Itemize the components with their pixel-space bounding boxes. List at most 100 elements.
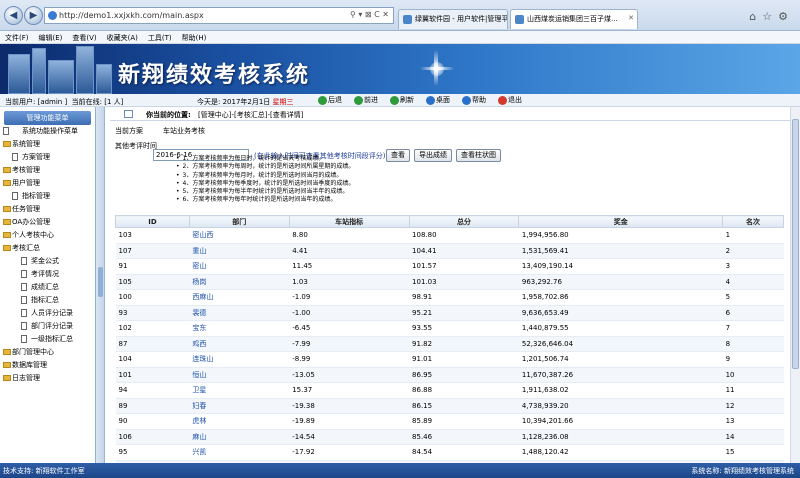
cell-rank: 14 bbox=[722, 429, 784, 445]
sidebar-item[interactable]: 部门管理中心 bbox=[0, 346, 95, 359]
today-date: 今天是: 2017年2月1日 星期三 bbox=[197, 97, 294, 107]
cell-id: 100 bbox=[115, 289, 190, 306]
sidebar-item[interactable]: 部门评分记录 bbox=[0, 320, 95, 333]
app-banner: 新翔绩效考核系统 bbox=[0, 44, 800, 94]
export-button[interactable]: 导出成绩 bbox=[414, 149, 452, 162]
menu-edit[interactable]: 编辑(E) bbox=[39, 33, 63, 43]
cell-id: 106 bbox=[115, 429, 190, 445]
sidebar-item[interactable]: 人员评分记录 bbox=[0, 307, 95, 320]
cell-id: 90 bbox=[115, 413, 190, 430]
menu-help[interactable]: 帮助(H) bbox=[182, 33, 207, 43]
page-icon bbox=[21, 257, 27, 265]
cell-dept[interactable]: 兴凯 bbox=[189, 444, 290, 461]
sidebar-item[interactable]: 系统管理 bbox=[0, 138, 95, 151]
browser-tab-2[interactable]: 山西煤炭运销集团三百子煤... ✕ bbox=[510, 9, 638, 29]
col-rank[interactable]: 名次 bbox=[722, 215, 784, 228]
page-icon bbox=[21, 322, 27, 330]
col-station-index[interactable]: 车站指标 bbox=[288, 215, 410, 228]
sidebar-item[interactable]: 指标管理 bbox=[0, 190, 95, 203]
browser-tab-1[interactable]: 绿翼软件园 - 用户软件|管理平台 bbox=[398, 9, 508, 29]
forward-icon[interactable]: ▶ bbox=[24, 6, 43, 25]
sidebar-item-label: 方案管理 bbox=[22, 153, 50, 161]
sidebar-item[interactable]: 系统功能操作菜单 bbox=[0, 125, 95, 138]
sidebar-splitter[interactable] bbox=[96, 107, 105, 463]
tab-label: 绿翼软件园 - 用户软件|管理平台 bbox=[415, 15, 508, 23]
notes-list: 1、方案考核频率为每日时，统计的是当天考核成绩。 2、方案考核频率为每周时，统计… bbox=[176, 155, 355, 205]
scrollbar-thumb[interactable] bbox=[792, 119, 799, 369]
cell-bonus: 9,636,653.49 bbox=[518, 305, 723, 321]
cell-dept[interactable]: 密山 bbox=[189, 258, 290, 275]
cell-total: 98.91 bbox=[409, 289, 519, 306]
address-tools-icon[interactable]: ⚲ ▾ ⊠ C ✕ bbox=[350, 10, 389, 19]
table-row: 107 重山 4.41 104.41 1,531,569.41 2 bbox=[115, 243, 784, 259]
cell-id: 91 bbox=[115, 258, 190, 275]
sidebar-item[interactable]: 奖金公式 bbox=[0, 255, 95, 268]
cell-dept[interactable]: 虎林 bbox=[189, 413, 290, 430]
view-button[interactable]: 查看 bbox=[386, 149, 410, 162]
sidebar-item[interactable]: 数据库管理 bbox=[0, 359, 95, 372]
cell-dept[interactable]: 西麻山 bbox=[189, 289, 290, 306]
col-total[interactable]: 总分 bbox=[408, 215, 520, 228]
sidebar-item[interactable]: 成绩汇总 bbox=[0, 281, 95, 294]
building-graphic bbox=[76, 46, 94, 94]
back-icon[interactable]: ◀ bbox=[4, 6, 23, 25]
refresh-icon bbox=[390, 95, 399, 105]
sidebar-item[interactable]: 用户管理 bbox=[0, 177, 95, 190]
sidebar-item[interactable]: 日志管理 bbox=[0, 372, 95, 385]
menu-tools[interactable]: 工具(T) bbox=[148, 33, 172, 43]
tab-close-icon[interactable]: ✕ bbox=[628, 14, 634, 22]
cell-rank: 5 bbox=[722, 289, 784, 306]
cell-total: 101.03 bbox=[409, 274, 519, 290]
sidebar-item[interactable]: 任务管理 bbox=[0, 203, 95, 216]
desktop-action[interactable]: 桌面 bbox=[426, 95, 456, 105]
note-item: 2、方案考核频率为每周时，统计的是所选时间所属星期的成绩。 bbox=[176, 163, 355, 171]
refresh-action[interactable]: 刷新 bbox=[390, 95, 420, 105]
cell-dept[interactable]: 卫星 bbox=[189, 382, 290, 399]
cell-dept[interactable]: 麻山 bbox=[189, 429, 290, 445]
menu-view[interactable]: 查看(V) bbox=[72, 33, 96, 43]
bar-chart-button[interactable]: 查看柱状图 bbox=[456, 149, 501, 162]
sidebar-item[interactable]: 考核管理 bbox=[0, 164, 95, 177]
splitter-handle[interactable] bbox=[98, 267, 103, 297]
sidebar-item[interactable]: 个人考核中心 bbox=[0, 229, 95, 242]
page-icon bbox=[12, 192, 18, 200]
sidebar-header: 管理功能菜单 bbox=[4, 111, 91, 125]
sidebar-item[interactable]: 方案管理 bbox=[0, 151, 95, 164]
menu-file[interactable]: 文件(F) bbox=[5, 33, 29, 43]
menu-favorites[interactable]: 收藏夹(A) bbox=[107, 33, 138, 43]
page-icon bbox=[21, 296, 27, 304]
sidebar-item[interactable]: OA办公管理 bbox=[0, 216, 95, 229]
cell-dept[interactable]: 妇春 bbox=[189, 398, 290, 414]
back-action[interactable]: 后退 bbox=[318, 95, 348, 105]
cell-station-index: -1.09 bbox=[289, 289, 410, 306]
cell-total: 84.54 bbox=[409, 444, 519, 461]
cell-dept[interactable]: 密山西 bbox=[189, 227, 290, 244]
sparkle-glow bbox=[430, 62, 444, 76]
cell-dept[interactable]: 恒山 bbox=[189, 367, 290, 383]
sidebar-item[interactable]: 考评情况 bbox=[0, 268, 95, 281]
col-bonus[interactable]: 奖金 bbox=[518, 215, 724, 228]
sidebar-item-label: 人员评分记录 bbox=[31, 309, 73, 317]
cell-bonus: 1,128,236.08 bbox=[518, 429, 723, 445]
sidebar-item[interactable]: 指标汇总 bbox=[0, 294, 95, 307]
col-dept[interactable]: 部门 bbox=[188, 215, 290, 228]
sidebar-item-label: 奖金公式 bbox=[31, 257, 59, 265]
content-scrollbar[interactable] bbox=[790, 107, 800, 463]
address-bar[interactable]: http://demo1.xxjxkh.com/main.aspx ⚲ ▾ ⊠ … bbox=[44, 7, 394, 24]
cell-rank: 13 bbox=[722, 413, 784, 430]
help-action[interactable]: 帮助 bbox=[462, 95, 492, 105]
col-id[interactable]: ID bbox=[115, 215, 190, 228]
cell-dept[interactable]: 连珠山 bbox=[189, 351, 290, 368]
cell-dept[interactable]: 杨岗 bbox=[189, 274, 290, 290]
sidebar-item[interactable]: 考核汇总 bbox=[0, 242, 95, 255]
browser-home-star-gear-icons[interactable]: ⌂☆⚙ bbox=[749, 10, 794, 23]
cell-dept[interactable]: 鸡西 bbox=[189, 336, 290, 352]
cell-dept[interactable]: 裴德 bbox=[189, 305, 290, 321]
cell-dept[interactable]: 重山 bbox=[189, 243, 290, 259]
exit-action[interactable]: 退出 bbox=[498, 95, 528, 105]
sidebar-item[interactable]: 一级指标汇总 bbox=[0, 333, 95, 346]
location-path: [管理中心]-[考核汇总]-[查看详情] bbox=[198, 111, 304, 119]
cell-total: 93.55 bbox=[409, 320, 519, 337]
cell-dept[interactable]: 宝东 bbox=[189, 320, 290, 337]
forward-action[interactable]: 前进 bbox=[354, 95, 384, 105]
